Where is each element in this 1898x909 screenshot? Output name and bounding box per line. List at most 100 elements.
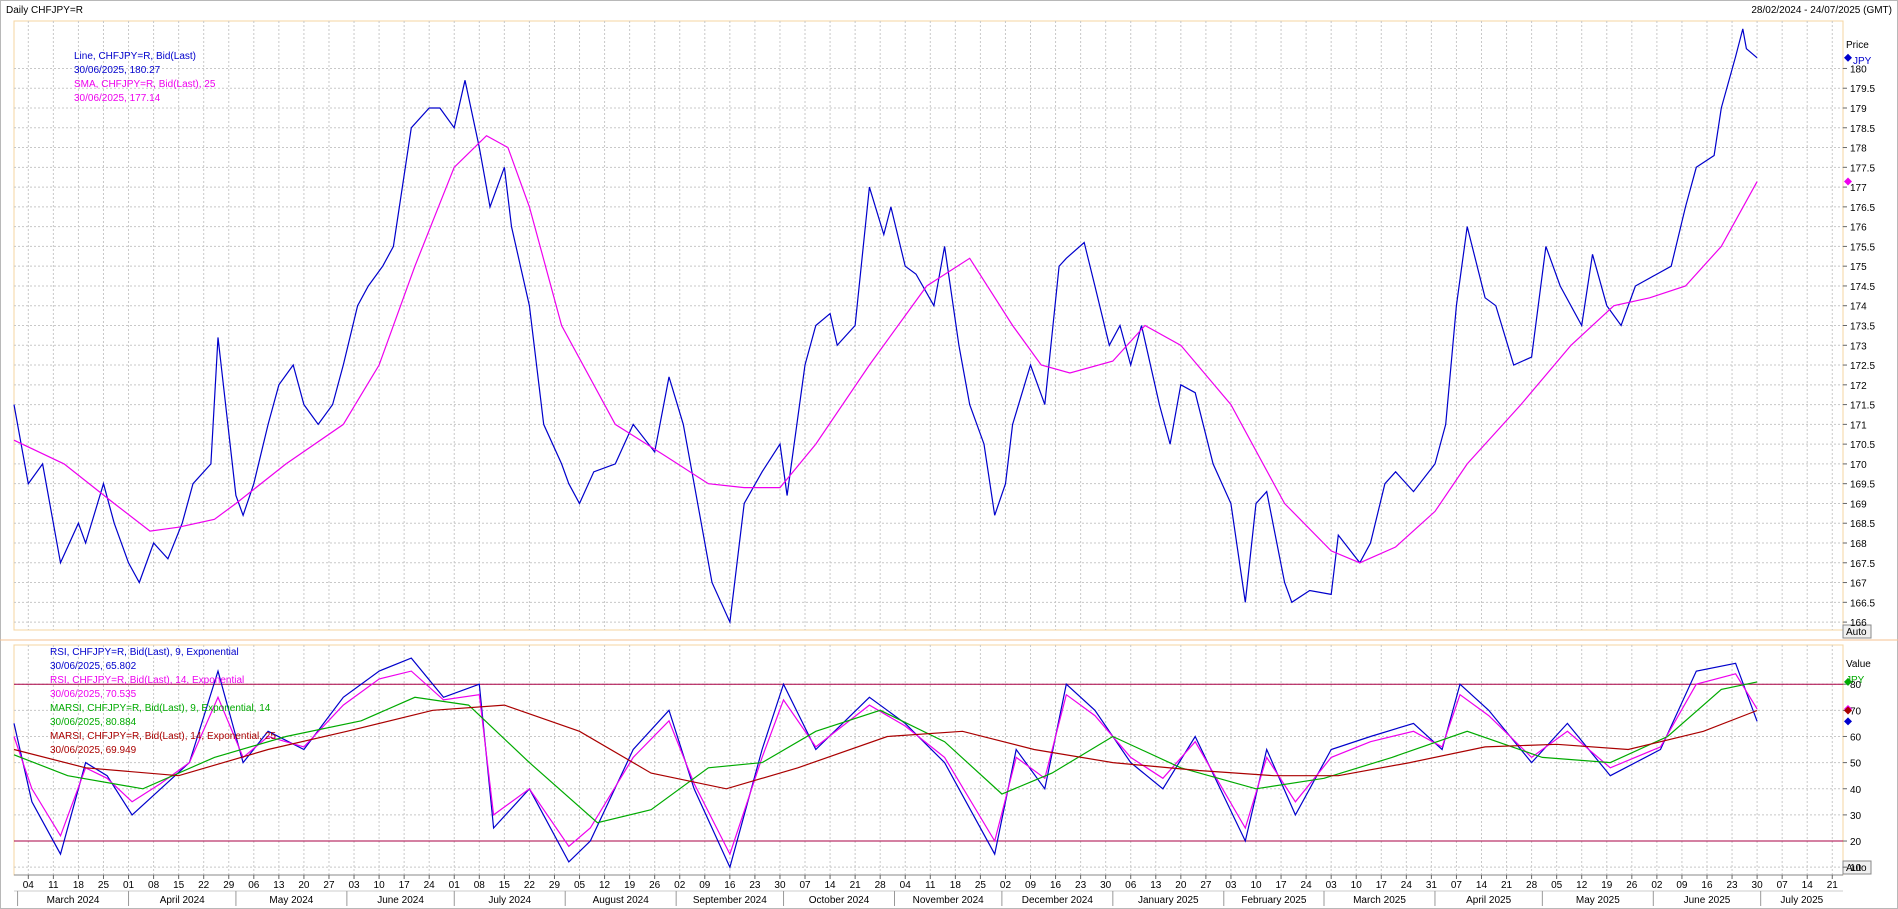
chart-canvas: Daily CHFJPY=R 28/02/2024 - 24/07/2025 (… <box>0 0 1898 909</box>
indicator-legend-entry: 30/06/2025, 80.884 <box>50 717 137 728</box>
day-tick-label: 30 <box>774 880 786 891</box>
day-tick-label: 15 <box>173 880 185 891</box>
day-tick-label: 20 <box>298 880 310 891</box>
day-tick-label: 05 <box>1551 880 1563 891</box>
day-tick-label: 13 <box>1150 880 1162 891</box>
indicator-legend-entry: MARSI, CHFJPY=R, Bid(Last), 9, Exponenti… <box>50 703 271 714</box>
day-tick-label: 21 <box>850 880 862 891</box>
day-tick-label: 12 <box>599 880 611 891</box>
price-axis-title: Price <box>1846 40 1869 51</box>
day-tick-label: 18 <box>73 880 85 891</box>
day-tick-label: 16 <box>724 880 736 891</box>
day-tick-label: 02 <box>674 880 686 891</box>
day-tick-label: 14 <box>1802 880 1814 891</box>
indicator-legend-entry: 30/06/2025, 69.949 <box>50 745 137 756</box>
price-tick-label: 176.5 <box>1850 203 1875 214</box>
price-tick-label: 177 <box>1850 183 1867 194</box>
price-legend-entry: SMA, CHFJPY=R, Bid(Last), 25 <box>74 79 216 90</box>
day-tick-label: 01 <box>123 880 135 891</box>
day-tick-label: 07 <box>799 880 811 891</box>
date-range: 28/02/2024 - 24/07/2025 (GMT) <box>1751 5 1892 16</box>
price-plot-area[interactable] <box>13 20 1844 631</box>
price-tick-label: 169 <box>1850 499 1867 510</box>
day-tick-label: 22 <box>198 880 210 891</box>
price-tick-label: 167 <box>1850 579 1867 590</box>
price-tick-label: 174.5 <box>1850 282 1875 293</box>
price-tick-label: 166.5 <box>1850 598 1875 609</box>
day-tick-label: 04 <box>900 880 912 891</box>
indicator-legend-entry: 30/06/2025, 70.535 <box>50 689 137 700</box>
price-tick-label: 178.5 <box>1850 124 1875 135</box>
day-tick-label: 06 <box>248 880 260 891</box>
indicator-tick-label: 30 <box>1850 811 1862 822</box>
month-label: January 2025 <box>1138 895 1199 906</box>
day-tick-label: 09 <box>699 880 711 891</box>
day-tick-label: 27 <box>1200 880 1212 891</box>
month-label: April 2024 <box>160 895 205 906</box>
day-tick-label: 04 <box>23 880 35 891</box>
price-tick-label: 180 <box>1850 64 1867 75</box>
day-tick-label: 03 <box>1326 880 1338 891</box>
month-label: October 2024 <box>809 895 870 906</box>
day-tick-label: 08 <box>148 880 160 891</box>
day-tick-label: 16 <box>1701 880 1713 891</box>
day-tick-label: 05 <box>574 880 586 891</box>
day-tick-label: 25 <box>98 880 110 891</box>
day-tick-label: 29 <box>223 880 235 891</box>
day-tick-label: 03 <box>348 880 360 891</box>
day-tick-label: 12 <box>1576 880 1588 891</box>
indicator-tick-label: 70 <box>1850 706 1862 717</box>
price-tick-label: 173.5 <box>1850 322 1875 333</box>
day-tick-label: 07 <box>1451 880 1463 891</box>
price-tick-label: 177.5 <box>1850 163 1875 174</box>
day-tick-label: 23 <box>749 880 761 891</box>
day-tick-label: 02 <box>1000 880 1012 891</box>
day-tick-label: 18 <box>950 880 962 891</box>
price-tick-label: 169.5 <box>1850 480 1875 491</box>
indicator-legend-entry: RSI, CHFJPY=R, Bid(Last), 9, Exponential <box>50 647 239 658</box>
day-tick-label: 23 <box>1075 880 1087 891</box>
day-tick-label: 10 <box>1250 880 1262 891</box>
price-tick-label: 171.5 <box>1850 401 1875 412</box>
indicator-legend-entry: MARSI, CHFJPY=R, Bid(Last), 14, Exponent… <box>50 731 276 742</box>
day-tick-label: 24 <box>1301 880 1313 891</box>
day-tick-label: 10 <box>1351 880 1363 891</box>
day-tick-label: 03 <box>1225 880 1237 891</box>
price-tick-label: 168.5 <box>1850 519 1875 530</box>
price-tick-label: 168 <box>1850 539 1867 550</box>
price-tick-label: 179 <box>1850 104 1867 115</box>
day-tick-label: 17 <box>399 880 411 891</box>
price-tick-label: 178 <box>1850 144 1867 155</box>
indicator-legend-entry: 30/06/2025, 65.802 <box>50 661 137 672</box>
indicator-panel[interactable]: RSI, CHFJPY=R, Bid(Last), 9, Exponential… <box>13 644 1844 876</box>
price-tick-label: 170 <box>1850 460 1867 471</box>
price-tick-label: 172.5 <box>1850 361 1875 372</box>
price-legend-entry: Line, CHFJPY=R, Bid(Last) <box>74 51 196 62</box>
day-tick-label: 14 <box>1476 880 1488 891</box>
price-legend-entry: 30/06/2025, 177.14 <box>74 93 161 104</box>
day-tick-label: 23 <box>1726 880 1738 891</box>
day-tick-label: 16 <box>1050 880 1062 891</box>
day-tick-label: 28 <box>875 880 887 891</box>
indicator-tick-label: 40 <box>1850 785 1862 796</box>
day-tick-label: 22 <box>524 880 536 891</box>
day-tick-label: 10 <box>374 880 386 891</box>
day-tick-label: 11 <box>48 880 59 891</box>
price-panel[interactable]: Line, CHFJPY=R, Bid(Last) 30/06/2025, 180… <box>13 20 1844 631</box>
day-tick-label: 21 <box>1501 880 1513 891</box>
price-tick-label: 166 <box>1850 618 1867 629</box>
month-label: April 2025 <box>1466 895 1511 906</box>
month-label: March 2025 <box>1353 895 1406 906</box>
price-tick-label: 179.5 <box>1850 84 1875 95</box>
month-label: June 2024 <box>377 895 424 906</box>
day-tick-label: 07 <box>1777 880 1789 891</box>
day-tick-label: 24 <box>1401 880 1413 891</box>
day-tick-label: 24 <box>424 880 436 891</box>
day-tick-label: 09 <box>1025 880 1037 891</box>
month-label: July 2024 <box>488 895 531 906</box>
indicator-axis-title: Value <box>1846 659 1871 670</box>
day-tick-label: 25 <box>975 880 987 891</box>
price-tick-label: 172 <box>1850 381 1867 392</box>
day-tick-label: 06 <box>1125 880 1137 891</box>
day-tick-label: 14 <box>825 880 837 891</box>
